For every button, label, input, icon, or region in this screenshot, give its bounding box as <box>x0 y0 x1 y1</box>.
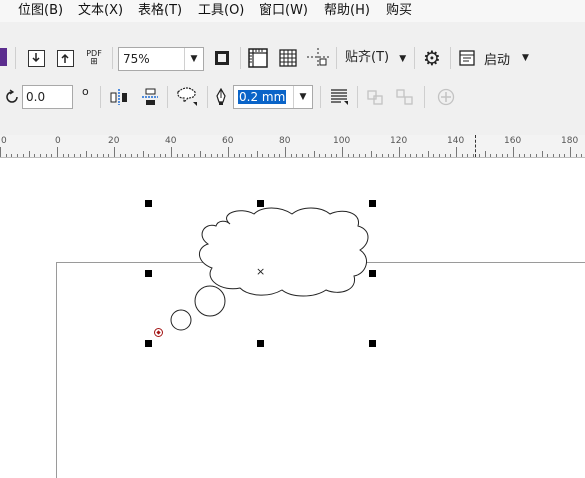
selection-handle-bottom-left[interactable] <box>145 340 152 347</box>
selection-handle-top-right[interactable] <box>369 200 376 207</box>
selection-center-marker[interactable]: × <box>256 266 265 278</box>
selection-handle-middle-left[interactable] <box>145 270 152 277</box>
selection-handle-top-left[interactable] <box>145 200 152 207</box>
selection-handle-bottom-right[interactable] <box>369 340 376 347</box>
selection-handle-middle-right[interactable] <box>369 270 376 277</box>
node-dot <box>155 329 161 335</box>
shape-node-handle[interactable] <box>154 328 163 337</box>
selection-handle-top-center[interactable] <box>257 200 264 207</box>
selection-handle-bottom-center[interactable] <box>257 340 264 347</box>
thought-bubble-shape[interactable] <box>0 0 585 478</box>
